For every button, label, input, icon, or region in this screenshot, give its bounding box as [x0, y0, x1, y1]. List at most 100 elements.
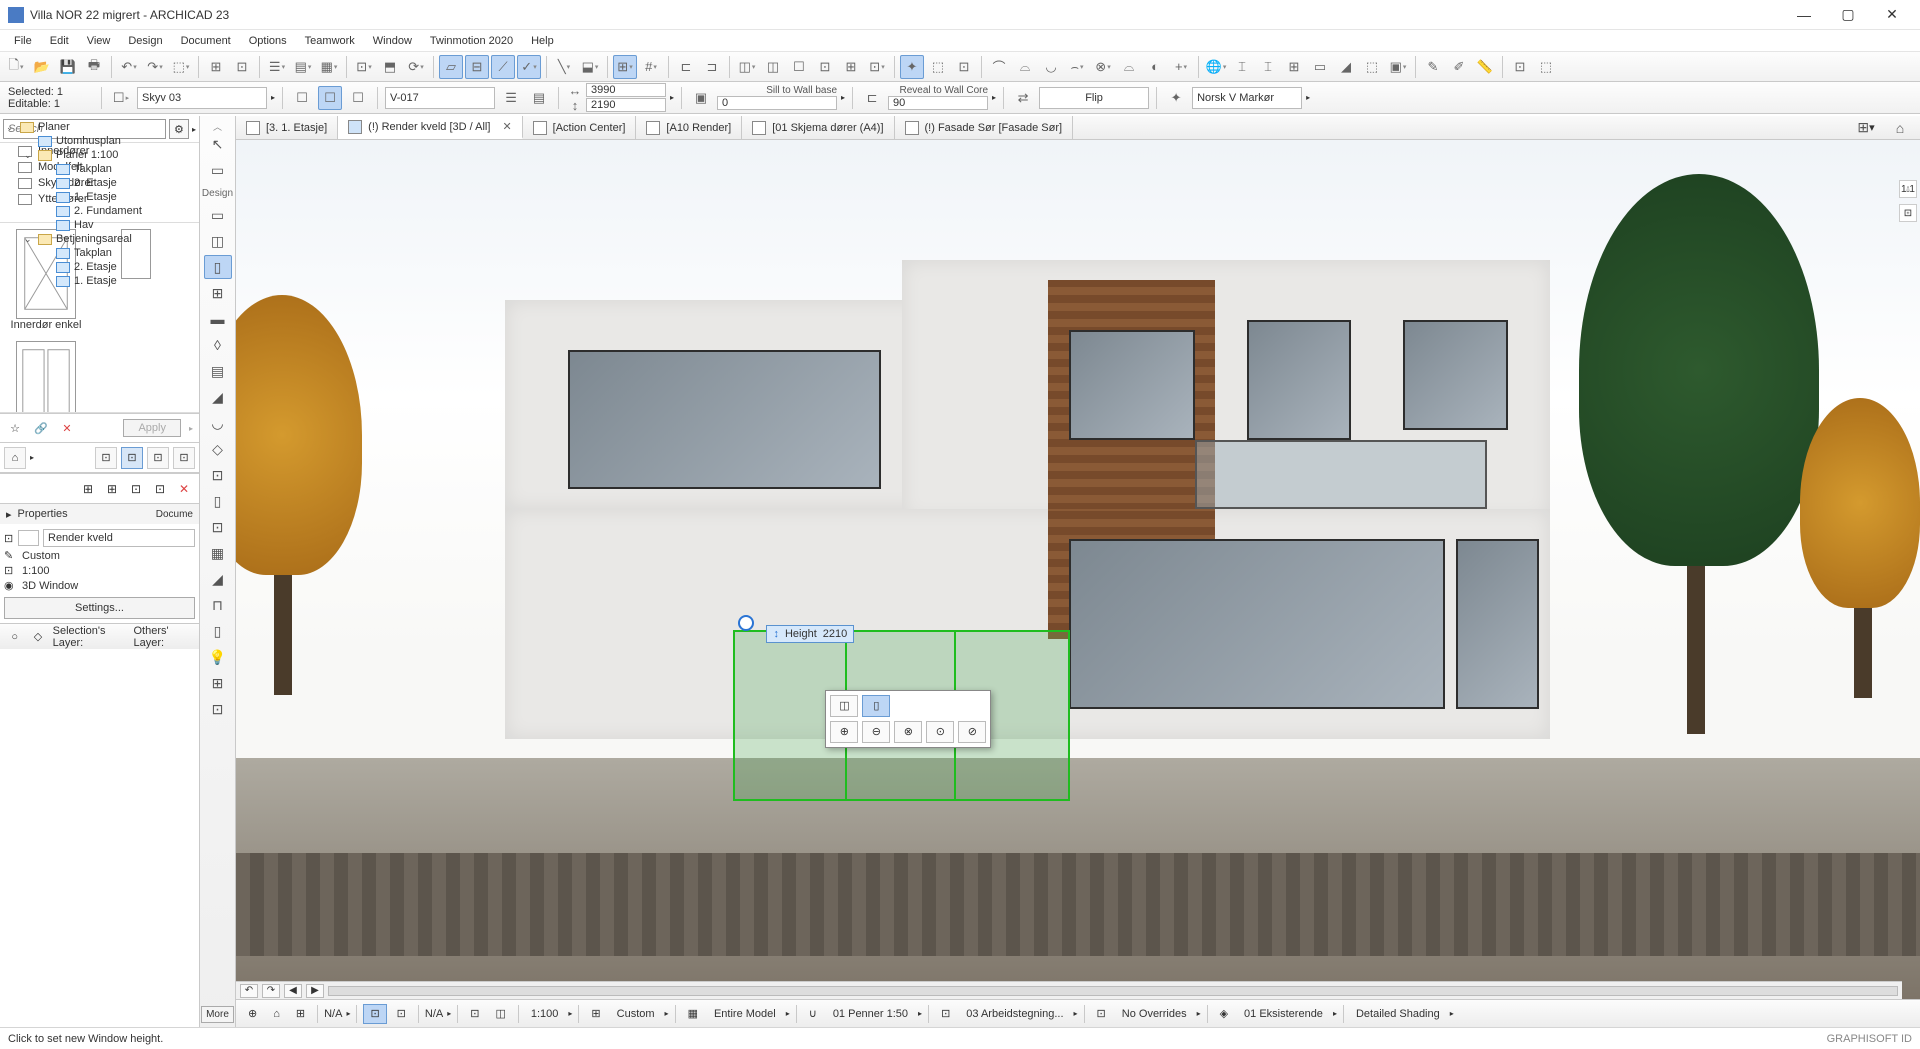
trace-button[interactable]: ▱: [439, 55, 463, 79]
tree-takplan[interactable]: Takplan: [2, 162, 158, 176]
group-button[interactable]: ⊡: [230, 55, 254, 79]
ruler-button[interactable]: ╲▾: [552, 55, 576, 79]
element-id-field[interactable]: V-017: [385, 87, 495, 109]
menu-document[interactable]: Document: [173, 33, 239, 49]
sill-field[interactable]: [717, 96, 837, 110]
corner-tool[interactable]: ⊡: [204, 697, 232, 721]
edit-plane-2[interactable]: ⊐: [700, 55, 724, 79]
vp-fwd[interactable]: ▶: [306, 984, 324, 998]
tab-overflow[interactable]: ⊞▾: [1852, 116, 1880, 140]
qo-struct-icon[interactable]: ⊞: [585, 1004, 606, 1024]
railing-tool[interactable]: ⊓: [204, 593, 232, 617]
open-button[interactable]: 📂: [30, 55, 54, 79]
vp-redo[interactable]: ↷: [262, 984, 280, 998]
wand-button[interactable]: ✎: [1421, 55, 1445, 79]
tab-action[interactable]: [Action Center]: [523, 116, 637, 139]
qo-home[interactable]: ⌂: [267, 1004, 286, 1024]
meas-button[interactable]: 📏: [1473, 55, 1497, 79]
struct7[interactable]: ▣▾: [1386, 55, 1410, 79]
view-mode-2[interactable]: ☐: [318, 86, 342, 110]
tr2-button[interactable]: ◫: [761, 55, 785, 79]
menu-options[interactable]: Options: [241, 33, 295, 49]
minimize-button[interactable]: —: [1784, 3, 1824, 27]
struct2[interactable]: ⌶: [1256, 55, 1280, 79]
arc4-button[interactable]: ⌢▾: [1065, 55, 1089, 79]
globe-button[interactable]: 🌐▾: [1204, 55, 1228, 79]
struct5[interactable]: ◢: [1334, 55, 1358, 79]
tab-render[interactable]: (!) Render kveld [3D / All]✕: [338, 116, 523, 139]
tr3-button[interactable]: ☐: [787, 55, 811, 79]
tab-fasade[interactable]: (!) Fasade Sør [Fasade Sør]: [895, 116, 1074, 139]
zone-tool[interactable]: ⊡: [204, 515, 232, 539]
view-mode-3[interactable]: ☐: [346, 86, 370, 110]
arc8-button[interactable]: +▾: [1169, 55, 1193, 79]
qo-axo[interactable]: ⊡: [391, 1004, 412, 1024]
tr6-button[interactable]: ⊡▾: [865, 55, 889, 79]
reveal-icon[interactable]: ⊏: [860, 86, 884, 110]
door-tool[interactable]: ◫: [204, 229, 232, 253]
qo-proj1[interactable]: ⊡: [464, 1004, 485, 1024]
graphisoft-id[interactable]: GRAPHISOFT ID: [1827, 1033, 1912, 1045]
menu-view[interactable]: View: [79, 33, 119, 49]
arc2-button[interactable]: ⌓: [1013, 55, 1037, 79]
menu-teamwork[interactable]: Teamwork: [297, 33, 363, 49]
arc1-button[interactable]: ⌒: [987, 55, 1011, 79]
curtain-tool[interactable]: ⊡: [204, 463, 232, 487]
marker-icon[interactable]: ✦: [1164, 86, 1188, 110]
opening-tool[interactable]: ▯: [204, 619, 232, 643]
align-button[interactable]: ▤▾: [291, 55, 315, 79]
roof-tool[interactable]: ◢: [204, 385, 232, 409]
guide-toggle[interactable]: ⊟: [465, 55, 489, 79]
flip-button[interactable]: Flip: [1039, 87, 1149, 109]
pet-op-5[interactable]: ⊘: [958, 721, 986, 743]
pet-mode-2[interactable]: ▯: [862, 695, 890, 717]
dim-button[interactable]: ⊡▾: [352, 55, 376, 79]
snap-toggle[interactable]: ✓▾: [517, 55, 541, 79]
pet-op-3[interactable]: ⊗: [894, 721, 922, 743]
tree-utomhusplan[interactable]: Utomhusplan: [2, 134, 158, 148]
menu-window[interactable]: Window: [365, 33, 420, 49]
layer-select[interactable]: Skyv 03: [137, 87, 267, 109]
redo-button[interactable]: ↷▾: [143, 55, 167, 79]
arc6-button[interactable]: ⌓: [1117, 55, 1141, 79]
qo-layer-icon[interactable]: ⊡: [935, 1004, 956, 1024]
paint-button[interactable]: ⬚: [926, 55, 950, 79]
reveal-field[interactable]: [888, 96, 988, 110]
skylight-tool[interactable]: ◇: [204, 437, 232, 461]
more-tools[interactable]: More: [201, 1006, 234, 1023]
pet-op-2[interactable]: ⊖: [862, 721, 890, 743]
tag-button[interactable]: ⊡: [1508, 55, 1532, 79]
pick-button[interactable]: ⬚▾: [169, 55, 193, 79]
arc3-button[interactable]: ◡: [1039, 55, 1063, 79]
tree-2etasje2[interactable]: 2. Etasje: [2, 260, 158, 274]
arc7-button[interactable]: ◐: [1143, 55, 1167, 79]
undo-button[interactable]: ↶▾: [117, 55, 141, 79]
tab-nav[interactable]: ⌂: [1886, 116, 1914, 140]
viewport-hscroll[interactable]: ↶ ↷ ◀ ▶: [236, 981, 1902, 999]
qo-persp[interactable]: ⊡: [363, 1004, 386, 1024]
tree-fundament[interactable]: 2. Fundament: [2, 204, 158, 218]
tree-betjening[interactable]: ⌄Betjeningsareal: [2, 232, 158, 246]
tag2-button[interactable]: ⬚: [1534, 55, 1558, 79]
height-handle[interactable]: [738, 615, 754, 631]
suspend-button[interactable]: ⊞: [204, 55, 228, 79]
vp-scale-1[interactable]: 1:1: [1899, 180, 1917, 198]
layers-button[interactable]: ▦▾: [317, 55, 341, 79]
qo-scale[interactable]: 1:100: [525, 1004, 565, 1024]
marker-select[interactable]: Norsk V Markør: [1192, 87, 1302, 109]
lamp-tool[interactable]: 💡: [204, 645, 232, 669]
tree-planer100[interactable]: ⌄Planer 1:100: [2, 148, 158, 162]
lock-icon[interactable]: ○: [6, 627, 23, 647]
qo-custom[interactable]: Custom: [611, 1004, 661, 1024]
view-name-field[interactable]: [43, 529, 195, 547]
tab-close-icon[interactable]: ✕: [502, 120, 511, 133]
flip-icon[interactable]: ⇄: [1011, 86, 1035, 110]
edit-plane[interactable]: ⊏: [674, 55, 698, 79]
tab-a10[interactable]: [A10 Render]: [636, 116, 742, 139]
qo-penset[interactable]: 01 Penner 1:50: [827, 1004, 914, 1024]
tree-delete[interactable]: ✕: [175, 480, 193, 498]
tree-1etasje2[interactable]: 1. Etasje: [2, 274, 158, 288]
eye-icon[interactable]: ◇: [29, 627, 46, 647]
close-button[interactable]: ✕: [1872, 3, 1912, 27]
window-tool[interactable]: ▯: [204, 255, 232, 279]
